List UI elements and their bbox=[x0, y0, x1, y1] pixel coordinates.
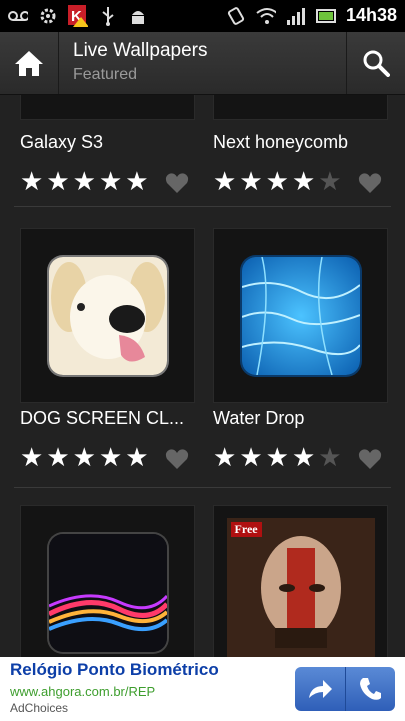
star-icon: ★ bbox=[291, 167, 316, 197]
star-icon: ★ bbox=[291, 443, 316, 473]
star-icon: ★ bbox=[98, 443, 123, 473]
wallpaper-name: Next honeycomb bbox=[213, 132, 349, 152]
ad-banner[interactable]: Relógio Ponto Biométrico www.ahgora.com.… bbox=[0, 657, 405, 721]
ad-title[interactable]: Relógio Ponto Biométrico bbox=[10, 660, 219, 680]
settings-icon bbox=[38, 6, 58, 26]
search-icon bbox=[363, 50, 390, 77]
rotation-icon bbox=[226, 6, 246, 26]
home-button[interactable] bbox=[0, 32, 59, 94]
wallpaper-name: Galaxy S3 bbox=[20, 132, 104, 152]
favorite-heart-icon[interactable] bbox=[358, 172, 382, 194]
rating-stars: ★ ★ ★ ★ ★ bbox=[213, 445, 342, 471]
page-subtitle: Featured bbox=[73, 66, 138, 83]
share-arrow-icon bbox=[308, 680, 332, 698]
star-icon: ★ bbox=[265, 443, 289, 473]
rating-stars: ★ ★ ★ ★ ★ bbox=[20, 169, 149, 195]
star-icon: ★ bbox=[125, 167, 149, 197]
action-bar: Live Wallpapers Featured bbox=[0, 32, 405, 95]
star-icon: ★ bbox=[125, 443, 149, 473]
battery-icon bbox=[315, 6, 336, 26]
star-icon: ★ bbox=[20, 167, 44, 197]
voicemail-icon bbox=[8, 6, 28, 26]
star-icon: ★ bbox=[72, 443, 96, 473]
home-icon bbox=[15, 51, 43, 76]
wallpaper-thumbnail[interactable] bbox=[20, 95, 195, 120]
favorite-heart-icon[interactable] bbox=[165, 448, 189, 470]
phone-icon bbox=[360, 678, 382, 700]
wallpaper-thumbnail[interactable] bbox=[213, 95, 388, 120]
wifi-icon bbox=[256, 6, 276, 26]
star-empty-icon: ★ bbox=[318, 443, 342, 473]
wallpaper-thumbnail[interactable] bbox=[20, 228, 195, 403]
wallpaper-thumbnail[interactable] bbox=[213, 228, 388, 403]
xperia-thumbnail-image bbox=[48, 533, 167, 652]
star-icon: ★ bbox=[98, 167, 123, 197]
wallpaper-thumbnail[interactable]: Free bbox=[213, 505, 388, 657]
free-badge: Free bbox=[230, 521, 262, 537]
row-divider bbox=[14, 206, 391, 207]
rating-stars: ★ ★ ★ ★ ★ bbox=[20, 445, 149, 471]
dog-thumbnail-image bbox=[48, 256, 167, 375]
android-debug-icon bbox=[128, 6, 148, 26]
water-thumbnail-image bbox=[241, 256, 360, 375]
star-empty-icon: ★ bbox=[318, 167, 342, 197]
star-icon: ★ bbox=[20, 443, 44, 473]
ad-share-button[interactable] bbox=[295, 667, 345, 711]
ad-choices[interactable]: AdChoices bbox=[10, 701, 68, 715]
star-icon: ★ bbox=[239, 167, 263, 197]
star-icon: ★ bbox=[46, 443, 70, 473]
wallpaper-name: DOG SCREEN CL... bbox=[20, 408, 185, 428]
action-bar-titles: Live Wallpapers Featured bbox=[73, 40, 207, 84]
page-title: Live Wallpapers bbox=[73, 40, 208, 61]
status-bar: K 14h38 bbox=[0, 0, 405, 32]
search-button[interactable] bbox=[346, 32, 405, 94]
kratos-thumbnail-image: Free bbox=[226, 517, 375, 657]
ad-buttons bbox=[295, 667, 395, 711]
star-icon: ★ bbox=[46, 167, 70, 197]
star-icon: ★ bbox=[213, 167, 237, 197]
wallpaper-name: Water Drop bbox=[213, 408, 305, 428]
star-icon: ★ bbox=[239, 443, 263, 473]
usb-icon bbox=[98, 6, 118, 26]
star-icon: ★ bbox=[213, 443, 237, 473]
wallpaper-grid: Galaxy S3 ★ ★ ★ ★ ★ Next honeycomb ★ ★ ★ ★ ★ bbox=[0, 95, 405, 657]
ad-call-button[interactable] bbox=[344, 667, 396, 711]
star-icon: ★ bbox=[265, 167, 289, 197]
row-divider bbox=[14, 487, 391, 488]
wallpaper-thumbnail[interactable] bbox=[20, 505, 195, 657]
antivirus-warning-icon: K bbox=[68, 5, 88, 27]
ad-url[interactable]: www.ahgora.com.br/REP bbox=[10, 684, 155, 699]
signal-icon bbox=[286, 6, 306, 26]
star-icon: ★ bbox=[72, 167, 96, 197]
rating-stars: ★ ★ ★ ★ ★ bbox=[213, 169, 342, 195]
favorite-heart-icon[interactable] bbox=[165, 172, 189, 194]
favorite-heart-icon[interactable] bbox=[358, 448, 382, 470]
status-time: 14h38 bbox=[345, 5, 397, 25]
